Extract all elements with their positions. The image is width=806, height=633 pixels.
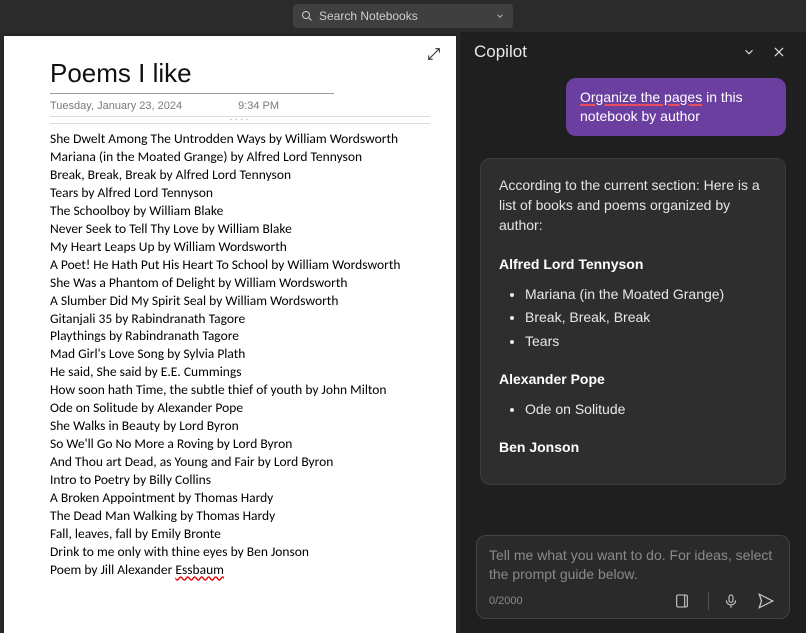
poem-line: He said, She said by E.E. Cummings (50, 363, 430, 381)
poem-line: Poem by Jill Alexander Essbaum (50, 561, 430, 579)
author-heading: Alfred Lord Tennyson (499, 254, 767, 274)
chevron-down-icon (495, 11, 505, 21)
send-icon[interactable] (757, 592, 777, 610)
assistant-message: According to the current section: Here i… (480, 158, 786, 485)
poem-line: And Thou art Dead, as Young and Fair by … (50, 453, 430, 471)
page-title[interactable]: Poems I like (50, 58, 334, 94)
poem-line: She Was a Phantom of Delight by William … (50, 274, 430, 292)
list-item: Mariana (in the Moated Grange) (525, 284, 767, 304)
poem-line: So We'll Go No More a Roving by Lord Byr… (50, 435, 430, 453)
poem-line: My Heart Leaps Up by William Wordsworth (50, 238, 430, 256)
copilot-header: Copilot (460, 32, 806, 72)
works-list: Ode on Solitude (499, 399, 767, 419)
copilot-panel: Copilot Organize the pages in this noteb… (460, 32, 806, 633)
microphone-icon[interactable] (723, 593, 743, 609)
list-item: Ode on Solitude (525, 399, 767, 419)
page-time: 9:34 PM (238, 100, 279, 112)
poem-line: She Walks in Beauty by Lord Byron (50, 417, 430, 435)
collapse-icon[interactable] (742, 45, 762, 59)
poem-line: Mariana (in the Moated Grange) by Alfred… (50, 148, 430, 166)
list-item: Break, Break, Break (525, 307, 767, 327)
expand-icon[interactable] (426, 46, 442, 62)
user-message-part1: Organize the pages (580, 89, 702, 105)
char-count: 0/2000 (489, 595, 523, 607)
close-icon[interactable] (772, 45, 792, 59)
poem-line: A Broken Appointment by Thomas Hardy (50, 489, 430, 507)
copilot-chat-scroll[interactable]: Organize the pages in this notebook by a… (460, 72, 806, 523)
page-meta: Tuesday, January 23, 2024 9:34 PM (50, 100, 430, 112)
prompt-guide-icon[interactable] (674, 593, 694, 609)
search-icon (301, 10, 313, 22)
poem-line: Gitanjali 35 by Rabindranath Tagore (50, 310, 430, 328)
page-date: Tuesday, January 23, 2024 (50, 100, 182, 112)
title-bar: Search Notebooks (0, 0, 806, 32)
copilot-input-placeholder: Tell me what you want to do. For ideas, … (489, 546, 777, 584)
note-body[interactable]: She Dwelt Among The Untrodden Ways by Wi… (50, 130, 430, 579)
poem-line: Tears by Alfred Lord Tennyson (50, 184, 430, 202)
search-notebooks[interactable]: Search Notebooks (293, 4, 513, 28)
poem-line: Playthings by Rabindranath Tagore (50, 327, 430, 345)
poem-line: The Schoolboy by William Blake (50, 202, 430, 220)
poem-line: Break, Break, Break by Alfred Lord Tenny… (50, 166, 430, 184)
poem-line: Fall, leaves, fall by Emily Bronte (50, 525, 430, 543)
poem-line: A Poet! He Hath Put His Heart To School … (50, 256, 430, 274)
container-handle[interactable]: ···· (50, 116, 430, 124)
poem-line: She Dwelt Among The Untrodden Ways by Wi… (50, 130, 430, 148)
works-list: Mariana (in the Moated Grange) Break, Bre… (499, 284, 767, 351)
poem-line: Intro to Poetry by Billy Collins (50, 471, 430, 489)
author-heading: Alexander Pope (499, 369, 767, 389)
divider (708, 592, 709, 610)
poem-line: Mad Girl's Love Song by Sylvia Plath (50, 345, 430, 363)
poem-line: Never Seek to Tell Thy Love by William B… (50, 220, 430, 238)
poem-line: Ode on Solitude by Alexander Pope (50, 399, 430, 417)
user-message: Organize the pages in this notebook by a… (566, 78, 786, 136)
poem-line: Drink to me only with thine eyes by Ben … (50, 543, 430, 561)
copilot-input-card[interactable]: Tell me what you want to do. For ideas, … (476, 535, 790, 619)
poem-line: How soon hath Time, the subtle thief of … (50, 381, 430, 399)
poem-line: The Dead Man Walking by Thomas Hardy (50, 507, 430, 525)
copilot-title: Copilot (474, 42, 527, 62)
assistant-intro: According to the current section: Here i… (499, 175, 767, 236)
note-column: Poems I like Tuesday, January 23, 2024 9… (0, 32, 460, 633)
list-item: Tears (525, 331, 767, 351)
author-heading: Ben Jonson (499, 437, 767, 457)
note-page[interactable]: Poems I like Tuesday, January 23, 2024 9… (4, 36, 456, 633)
poem-line: A Slumber Did My Spirit Seal by William … (50, 292, 430, 310)
search-placeholder: Search Notebooks (319, 9, 418, 23)
